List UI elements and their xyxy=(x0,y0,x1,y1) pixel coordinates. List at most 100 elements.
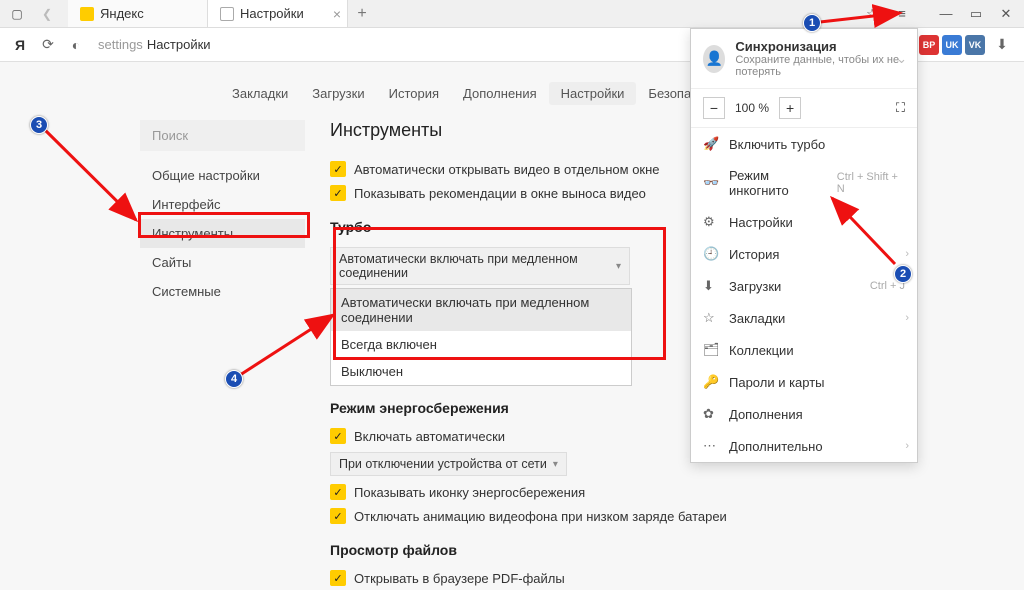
menu-sync-block[interactable]: 👤 Синхронизация Сохраните данные, чтобы … xyxy=(691,29,917,89)
topnav-history[interactable]: История xyxy=(377,82,451,105)
menu-item-icon: ⚙ xyxy=(703,214,719,230)
zoom-controls: − 100 % + ⛶ xyxy=(691,89,917,128)
menu-item-label: Дополнения xyxy=(729,407,803,422)
menu-item-настройки[interactable]: ⚙ Настройки xyxy=(691,206,917,238)
cb-energy-video-row[interactable]: ✓ Отключать анимацию видеофона при низко… xyxy=(330,504,994,528)
menu-item-label: Пароли и карты xyxy=(729,375,825,390)
tab-title: Настройки xyxy=(240,6,304,21)
fullscreen-icon[interactable]: ⛶ xyxy=(896,100,905,116)
address-scheme: settings xyxy=(98,37,143,52)
badge-1: 1 xyxy=(803,14,821,32)
topnav-bookmarks[interactable]: Закладки xyxy=(220,82,300,105)
checkbox-icon: ✓ xyxy=(330,508,346,524)
turbo-option-off[interactable]: Выключен xyxy=(331,358,631,385)
ext-vk-icon[interactable]: VK xyxy=(965,35,985,55)
downloads-icon[interactable]: ⬇ xyxy=(988,31,1016,59)
sidebar-item-sites[interactable]: Сайты xyxy=(140,248,305,277)
menu-item-icon: 👓 xyxy=(703,175,719,191)
zoom-in-button[interactable]: + xyxy=(779,97,801,119)
tab-settings[interactable]: Настройки × xyxy=(208,0,348,27)
menu-item-дополнения[interactable]: ✿ Дополнения xyxy=(691,398,917,430)
ext-uk-icon[interactable]: UK xyxy=(942,35,962,55)
checkbox-icon: ✓ xyxy=(330,484,346,500)
menu-item-label: Режим инкогнито xyxy=(729,168,827,198)
reload-icon[interactable]: ⟳ xyxy=(34,31,62,59)
new-tab-button[interactable]: + xyxy=(348,5,376,23)
turbo-option-always[interactable]: Всегда включен xyxy=(331,331,631,358)
menu-item-icon: 🗂 xyxy=(703,342,719,358)
cb-label: Отключать анимацию видеофона при низком … xyxy=(354,509,727,524)
checkbox-icon: ✓ xyxy=(330,185,346,201)
menu-item-icon: ⋯ xyxy=(703,438,719,454)
menu-item-label: Включить турбо xyxy=(729,137,825,152)
badge-4: 4 xyxy=(225,370,243,388)
chevron-down-icon: ⌄ xyxy=(896,51,907,67)
menu-item-закладки[interactable]: ☆ Закладки › xyxy=(691,302,917,334)
turbo-dropdown-list: Автоматически включать при медленном сое… xyxy=(330,288,632,386)
menu-item-icon: 🕘 xyxy=(703,246,719,262)
menu-item-дополнительно[interactable]: ⋯Дополнительно› xyxy=(691,430,917,462)
tab-title: Яндекс xyxy=(100,6,144,21)
menu-item-icon: ⬇ xyxy=(703,278,719,294)
tab-yandex[interactable]: Яндекс xyxy=(68,0,208,27)
menu-item-label: Закладки xyxy=(729,311,785,326)
topnav-addons[interactable]: Дополнения xyxy=(451,82,549,105)
menu-shortcut: Ctrl + Shift + N xyxy=(837,171,905,195)
sidebar-item-tools[interactable]: Инструменты xyxy=(140,219,305,248)
site-info-icon[interactable]: ◐ xyxy=(62,31,90,59)
menu-item-загрузки[interactable]: ⬇ЗагрузкиCtrl + J xyxy=(691,270,917,302)
checkbox-icon: ✓ xyxy=(330,428,346,444)
bookmark-icon[interactable]: ☆ xyxy=(858,2,886,26)
chevron-right-icon: › xyxy=(905,248,909,260)
avatar-icon: 👤 xyxy=(703,45,725,73)
sidebar-toggle-icon[interactable]: ▢ xyxy=(4,2,30,26)
yandex-home-icon[interactable]: Я xyxy=(6,31,34,59)
menu-item-label: История xyxy=(729,247,779,262)
ext-bp-icon[interactable]: BP xyxy=(919,35,939,55)
checkbox-icon: ✓ xyxy=(330,161,346,177)
turbo-option-auto[interactable]: Автоматически включать при медленном сое… xyxy=(331,289,631,331)
main-menu-popup: 👤 Синхронизация Сохраните данные, чтобы … xyxy=(690,28,918,463)
main-menu-button[interactable]: ≡ xyxy=(888,2,916,26)
sidebar-item-interface[interactable]: Интерфейс xyxy=(140,190,305,219)
turbo-mode-dropdown[interactable]: Автоматически включать при медленном сое… xyxy=(330,247,630,285)
window-chrome: ▢ ❮ Яндекс Настройки × + ☆ ≡ — ▭ ✕ xyxy=(0,0,1024,28)
topnav-downloads[interactable]: Загрузки xyxy=(300,82,376,105)
tab-strip: Яндекс Настройки × + xyxy=(68,0,376,27)
menu-item-icon: ☆ xyxy=(703,310,719,326)
zoom-out-button[interactable]: − xyxy=(703,97,725,119)
cb-label: Показывать рекомендации в окне выноса ви… xyxy=(354,186,646,201)
settings-search[interactable]: Поиск xyxy=(140,120,305,151)
menu-item-режим-инкогнито[interactable]: 👓 Режим инкогнито Ctrl + Shift + N xyxy=(691,160,917,206)
menu-item-icon: 🔑 xyxy=(703,374,719,390)
badge-2: 2 xyxy=(894,265,912,283)
extensions: BP UK VK ⬇ xyxy=(919,31,1018,59)
menu-item-label: Настройки xyxy=(729,215,793,230)
topnav-settings[interactable]: Настройки xyxy=(549,82,637,105)
sync-title: Синхронизация xyxy=(735,39,905,54)
address-path: Настройки xyxy=(147,37,211,52)
cb-label: Автоматически открывать видео в отдельно… xyxy=(354,162,660,177)
menu-item-icon: ✿ xyxy=(703,406,719,422)
minimize-button[interactable]: — xyxy=(932,2,960,26)
sidebar-item-general[interactable]: Общие настройки xyxy=(140,161,305,190)
cb-energy-icon-row[interactable]: ✓ Показывать иконку энергосбережения xyxy=(330,480,994,504)
menu-item-коллекции[interactable]: 🗂 Коллекции xyxy=(691,334,917,366)
tab-favicon-icon xyxy=(80,7,94,21)
energy-when-dropdown[interactable]: При отключении устройства от сети xyxy=(330,452,567,476)
back-icon[interactable]: ❮ xyxy=(34,2,60,26)
cb-label: Показывать иконку энергосбережения xyxy=(354,485,585,500)
cb-pdf-row[interactable]: ✓ Открывать в браузере PDF-файлы xyxy=(330,566,994,590)
sidebar-item-system[interactable]: Системные xyxy=(140,277,305,306)
checkbox-icon: ✓ xyxy=(330,570,346,586)
maximize-button[interactable]: ▭ xyxy=(962,2,990,26)
menu-item-label: Загрузки xyxy=(729,279,781,294)
chevron-right-icon: › xyxy=(905,312,909,324)
menu-item-пароли-и-карты[interactable]: 🔑 Пароли и карты xyxy=(691,366,917,398)
close-window-button[interactable]: ✕ xyxy=(992,2,1020,26)
menu-item-включить-турбо[interactable]: 🚀Включить турбо xyxy=(691,128,917,160)
menu-item-label: Дополнительно xyxy=(729,439,823,454)
tab-close-icon[interactable]: × xyxy=(333,6,341,22)
menu-item-история[interactable]: 🕘 История › xyxy=(691,238,917,270)
menu-item-label: Коллекции xyxy=(729,343,794,358)
